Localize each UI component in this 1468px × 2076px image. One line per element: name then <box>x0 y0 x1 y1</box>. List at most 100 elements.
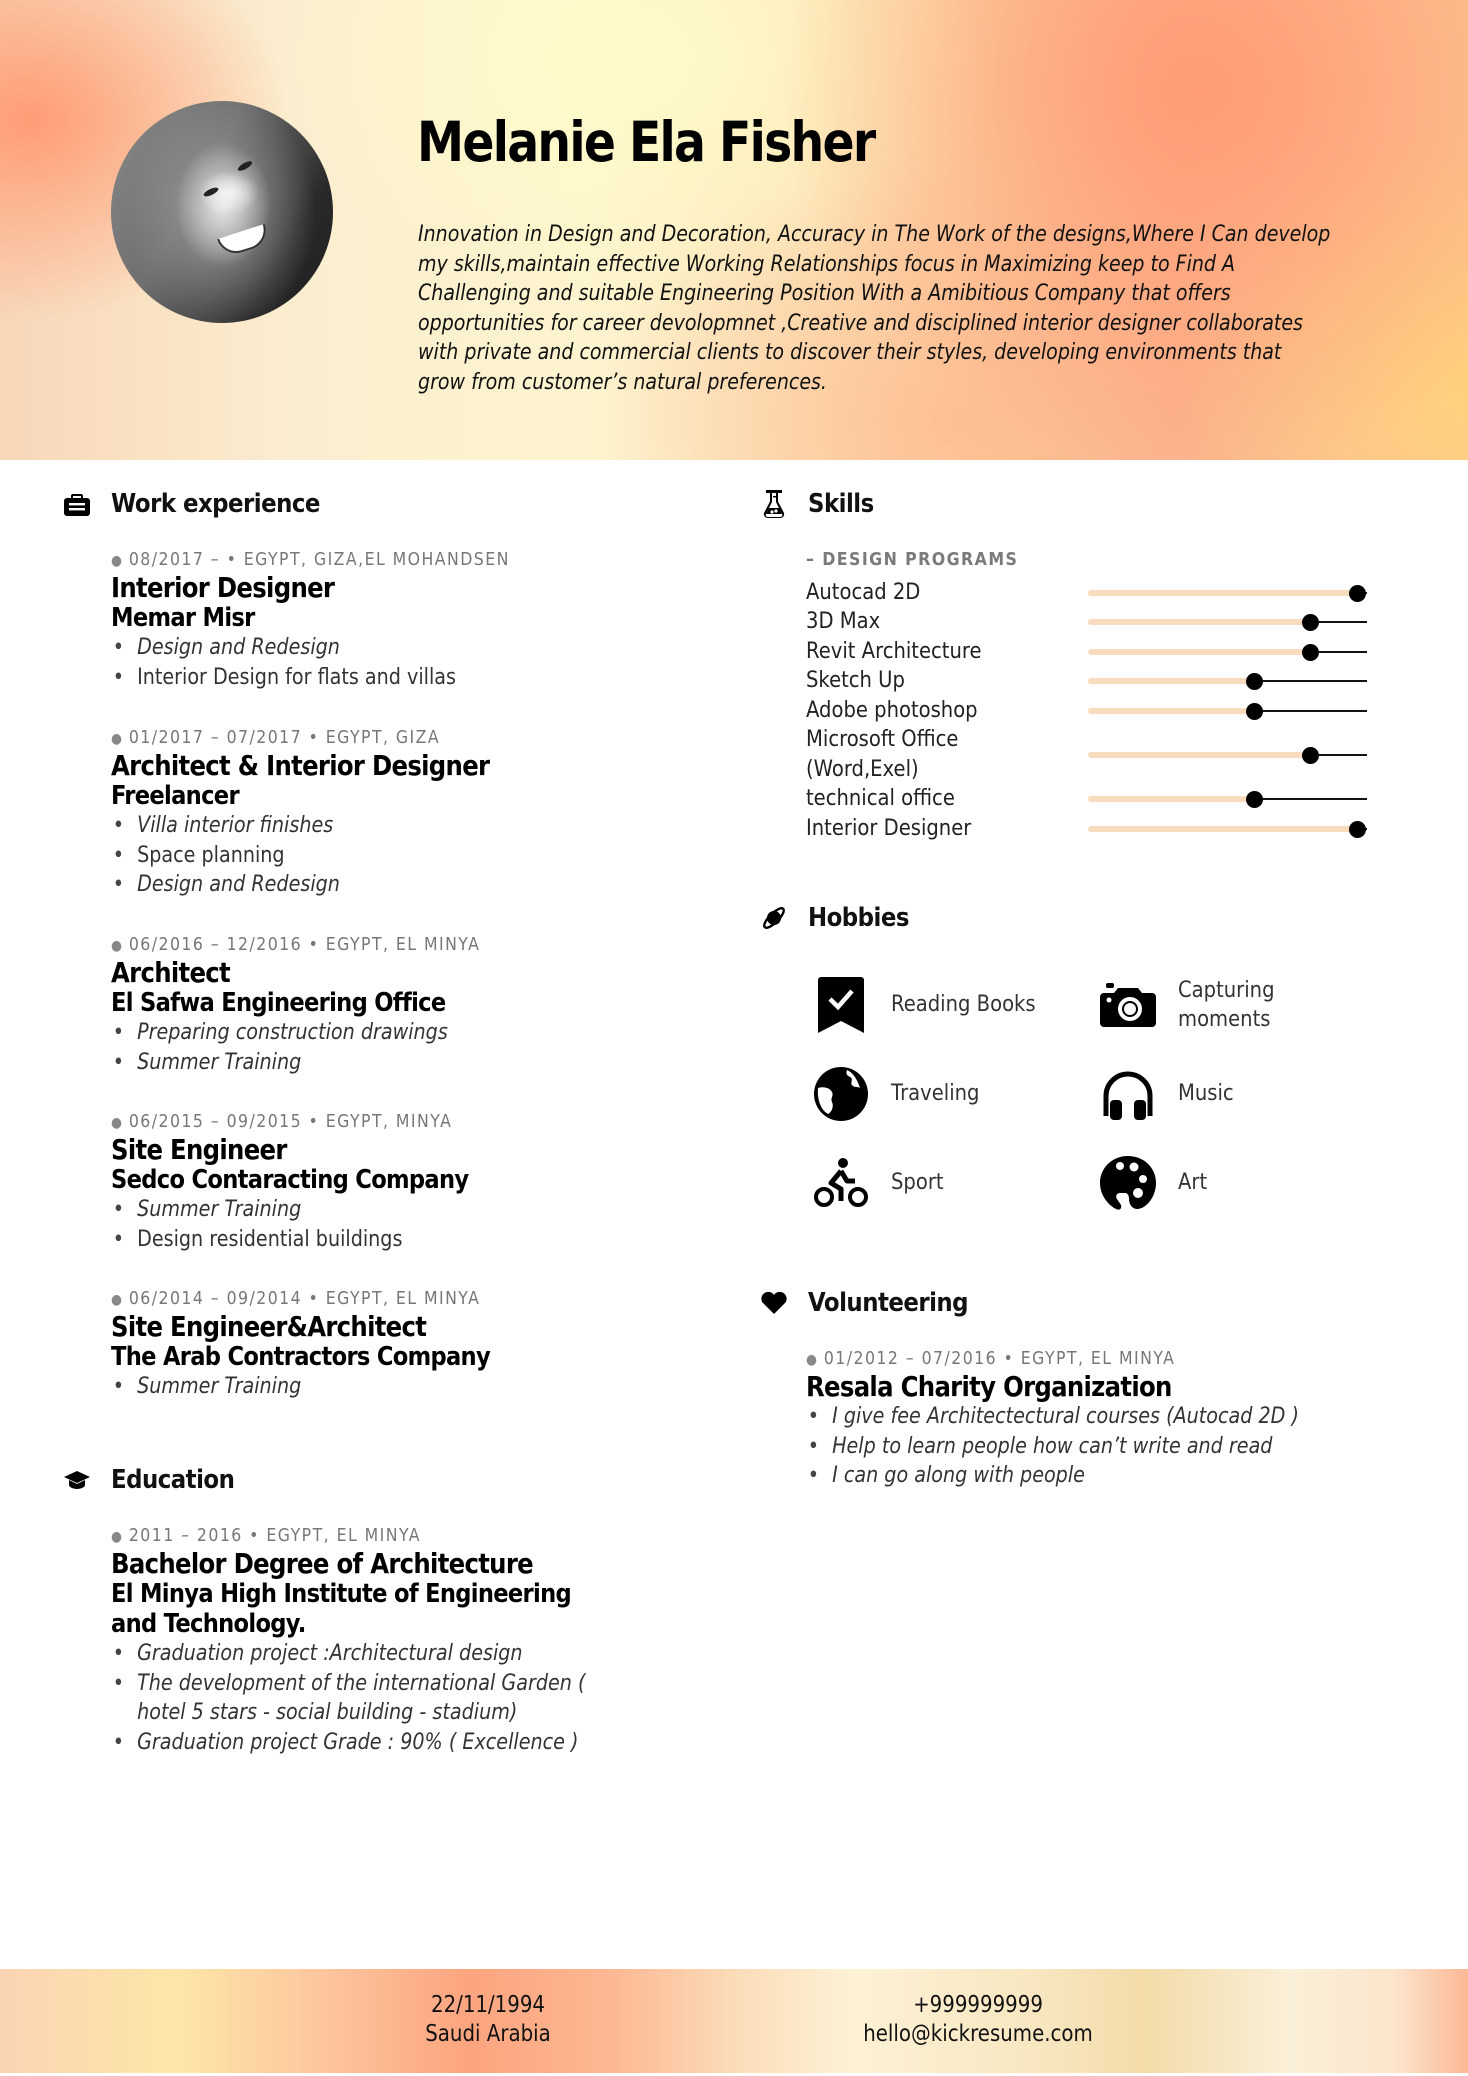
skill-level-fill <box>1088 826 1358 832</box>
work-experience-heading: Work experience <box>63 489 348 519</box>
photo-eye <box>236 159 254 173</box>
bullet-item: Design residential buildings <box>111 1225 668 1255</box>
location: Saudi Arabia <box>425 2021 551 2047</box>
entry-meta: ● 06/2015 – 09/2015 • EGYPT, MINYA <box>111 1110 687 1135</box>
skill-row: technical office <box>806 784 1367 814</box>
skill-level-bar <box>1088 747 1367 764</box>
hobby-label: Music <box>1178 1080 1234 1107</box>
skill-row: Revit Architecture <box>806 637 1367 667</box>
birth-date: 22/11/1994 <box>430 1992 546 2018</box>
skill-label: Sketch Up <box>806 667 905 693</box>
hobby-label: Capturing moments <box>1178 976 1275 1033</box>
skill-level-knob <box>1246 791 1263 808</box>
entry-date-location: 06/2016 – 12/2016 • EGYPT, EL MINYA <box>128 935 481 955</box>
skill-level-remaining <box>1255 710 1367 712</box>
skill-level-bar <box>1088 703 1367 720</box>
skill-level-knob <box>1302 747 1319 764</box>
skill-label: Adobe photoshop <box>806 697 978 723</box>
skill-level-knob <box>1302 614 1319 631</box>
entry-date-location: 01/2012 – 07/2016 • EGYPT, EL MINYA <box>823 1349 1176 1369</box>
skill-level-remaining <box>1311 651 1367 653</box>
skill-label: Interior Designer <box>806 815 972 841</box>
skill-level-bar <box>1088 644 1367 661</box>
skill-level-fill <box>1088 796 1255 802</box>
flask-icon <box>760 490 788 518</box>
section-title: Hobbies <box>808 903 909 933</box>
planet-icon <box>760 904 788 932</box>
briefcase-icon <box>63 490 91 518</box>
entry-bullets: Summer TrainingDesign residential buildi… <box>111 1195 751 1254</box>
skill-level-fill <box>1088 708 1255 714</box>
entry-meta: ● 01/2017 – 07/2017 • EGYPT, GIZA <box>111 726 687 751</box>
entry-meta: ● 01/2012 – 07/2016 • EGYPT, EL MINYA <box>806 1347 1382 1372</box>
entry-organization: El Minya High Institute of Engineering a… <box>111 1579 572 1639</box>
skill-level-knob <box>1349 821 1366 838</box>
bullet-item: Villa interior finishes <box>111 811 668 841</box>
skill-level-knob <box>1246 703 1263 720</box>
bullet-dot-icon: ● <box>111 731 124 747</box>
hobby-item: Art <box>1098 1153 1378 1213</box>
entry-bullets: Graduation project :Architectural design… <box>111 1639 751 1757</box>
entry-item: ● 06/2016 – 12/2016 • EGYPT, EL MINYA Arch… <box>111 933 751 1077</box>
entry-role: Interior Designer <box>111 571 335 604</box>
hobby-item: Capturing moments <box>1098 975 1298 1035</box>
hobby-label: Traveling <box>891 1080 980 1107</box>
hobby-item: Traveling <box>811 1064 1091 1124</box>
skill-level-bar <box>1088 585 1367 602</box>
phone-number[interactable]: +999999999 <box>849 1991 1107 2020</box>
bullet-item: The development of the international Gar… <box>111 1669 624 1728</box>
entry-organization: The Arab Contractors Company <box>111 1342 491 1372</box>
entry-organization: Sedco Contaracting Company <box>111 1165 469 1195</box>
skill-label: Autocad 2D <box>806 579 921 605</box>
footer-banner: 22/11/1994 Saudi Arabia +999999999 hello… <box>0 1969 1468 2073</box>
hobby-label: Art <box>1178 1169 1208 1196</box>
entry-role: Site Engineer&Architect <box>111 1310 427 1343</box>
entry-meta: ● 2011 – 2016 • EGYPT, EL MINYA <box>111 1524 687 1549</box>
email-link[interactable]: hello@kickresume.com <box>849 2020 1107 2049</box>
bookmark-check-icon <box>811 975 871 1035</box>
hobby-label: Sport <box>891 1169 944 1196</box>
skill-label: 3D Max <box>806 608 881 634</box>
hobby-label: Reading Books <box>891 991 1036 1018</box>
section-title: Work experience <box>111 489 320 519</box>
entry-date-location: 06/2015 – 09/2015 • EGYPT, MINYA <box>128 1112 453 1132</box>
entry-bullets: Summer Training <box>111 1372 751 1402</box>
entry-date-location: 08/2017 – • EGYPT, GIZA,EL MOHANDSEN <box>128 550 510 570</box>
skill-level-remaining <box>1311 621 1367 623</box>
skill-label: technical office <box>806 785 955 811</box>
entry-bullets: Villa interior finishesSpace planningDes… <box>111 811 751 900</box>
entry-date-location: 2011 – 2016 • EGYPT, EL MINYA <box>128 1526 422 1546</box>
palette-icon <box>1098 1153 1158 1213</box>
skill-level-remaining <box>1311 754 1367 756</box>
entry-organization: Memar Misr <box>111 603 255 633</box>
education-heading: Education <box>63 1465 251 1495</box>
bullet-item: Design and Redesign <box>111 870 668 900</box>
bullet-item: Preparing construction drawings <box>111 1018 668 1048</box>
bullet-item: I give fee Architectectural courses (Aut… <box>806 1402 1319 1432</box>
skill-level-bar <box>1088 791 1367 808</box>
skill-level-fill <box>1088 752 1311 758</box>
skill-row: Autocad 2D <box>806 578 1367 608</box>
bullet-dot-icon: ● <box>111 1115 124 1131</box>
camera-icon <box>1098 975 1158 1035</box>
bullet-item: Design and Redesign <box>111 633 668 663</box>
hobby-item: Music <box>1098 1064 1378 1124</box>
skill-row: 3D Max <box>806 607 1367 637</box>
globe-icon <box>811 1064 871 1124</box>
bullet-item: Help to learn people how can’t write and… <box>806 1432 1319 1462</box>
bullet-item: Interior Design for flats and villas <box>111 663 668 693</box>
entry-item: ● 08/2017 – • EGYPT, GIZA,EL MOHANDSEN Int… <box>111 548 751 692</box>
heart-icon <box>760 1289 788 1317</box>
bullet-item: Graduation project Grade : 90% ( Excelle… <box>111 1728 624 1758</box>
section-title: Skills <box>808 489 874 519</box>
profile-photo <box>111 101 333 323</box>
entry-organization: Freelancer <box>111 781 240 811</box>
bullet-item: Summer Training <box>111 1048 668 1078</box>
footer-personal: 22/11/1994 Saudi Arabia <box>402 1991 574 2049</box>
skills-category: – DESIGN PROGRAMS <box>806 549 1019 570</box>
bullet-dot-icon: ● <box>111 1529 124 1545</box>
profile-summary: Innovation in Design and Decoration, Acc… <box>418 221 1331 395</box>
graduation-cap-icon <box>63 1466 91 1494</box>
photo-eye <box>202 185 220 199</box>
entry-role: Architect <box>111 956 231 989</box>
